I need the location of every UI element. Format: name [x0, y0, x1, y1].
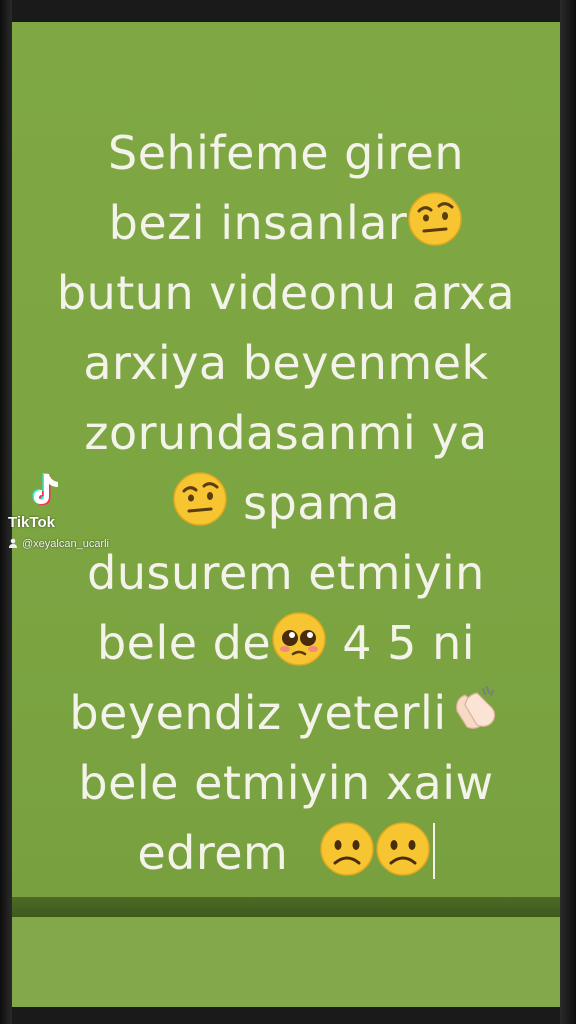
message-line: butun videonu arxa [56, 266, 516, 320]
frowning-face-emoji-icon [375, 821, 431, 877]
message-line: bele de 4 5 ni [12, 608, 560, 678]
tiktok-watermark: TikTok @xeyalcan_ucarli [8, 468, 168, 558]
message-line: arxiya beyenmek [83, 336, 489, 390]
frowning-face-emoji-icon [319, 821, 375, 877]
message-line: beyendiz yeterli [12, 678, 560, 748]
pleading-face-emoji-icon [271, 611, 327, 667]
message-line: bezi insanlar [12, 188, 560, 258]
right-edge-shadow [560, 0, 576, 1024]
raised-eyebrow-emoji-icon [407, 191, 463, 247]
tiktok-username: @xeyalcan_ucarli [8, 538, 109, 550]
message-line: edrem [12, 818, 560, 888]
tiktok-brand-label: TikTok [8, 514, 55, 531]
message-line: Sehifeme giren [108, 126, 464, 180]
username-text: @xeyalcan_ucarli [22, 538, 109, 550]
text-cursor [432, 823, 435, 879]
user-icon [9, 538, 17, 548]
tiktok-logo-icon [32, 473, 58, 505]
message-line: zorundasanmi ya [84, 406, 488, 460]
message-line: bele etmiyin xaiw [78, 756, 494, 810]
raised-eyebrow-emoji-icon [172, 471, 228, 527]
dark-green-divider [12, 897, 560, 917]
video-frame: Sehifeme giren bezi insanlar butun video… [0, 0, 576, 1024]
lower-green-area [12, 917, 560, 1007]
clapping-hands-emoji-icon [447, 681, 503, 737]
